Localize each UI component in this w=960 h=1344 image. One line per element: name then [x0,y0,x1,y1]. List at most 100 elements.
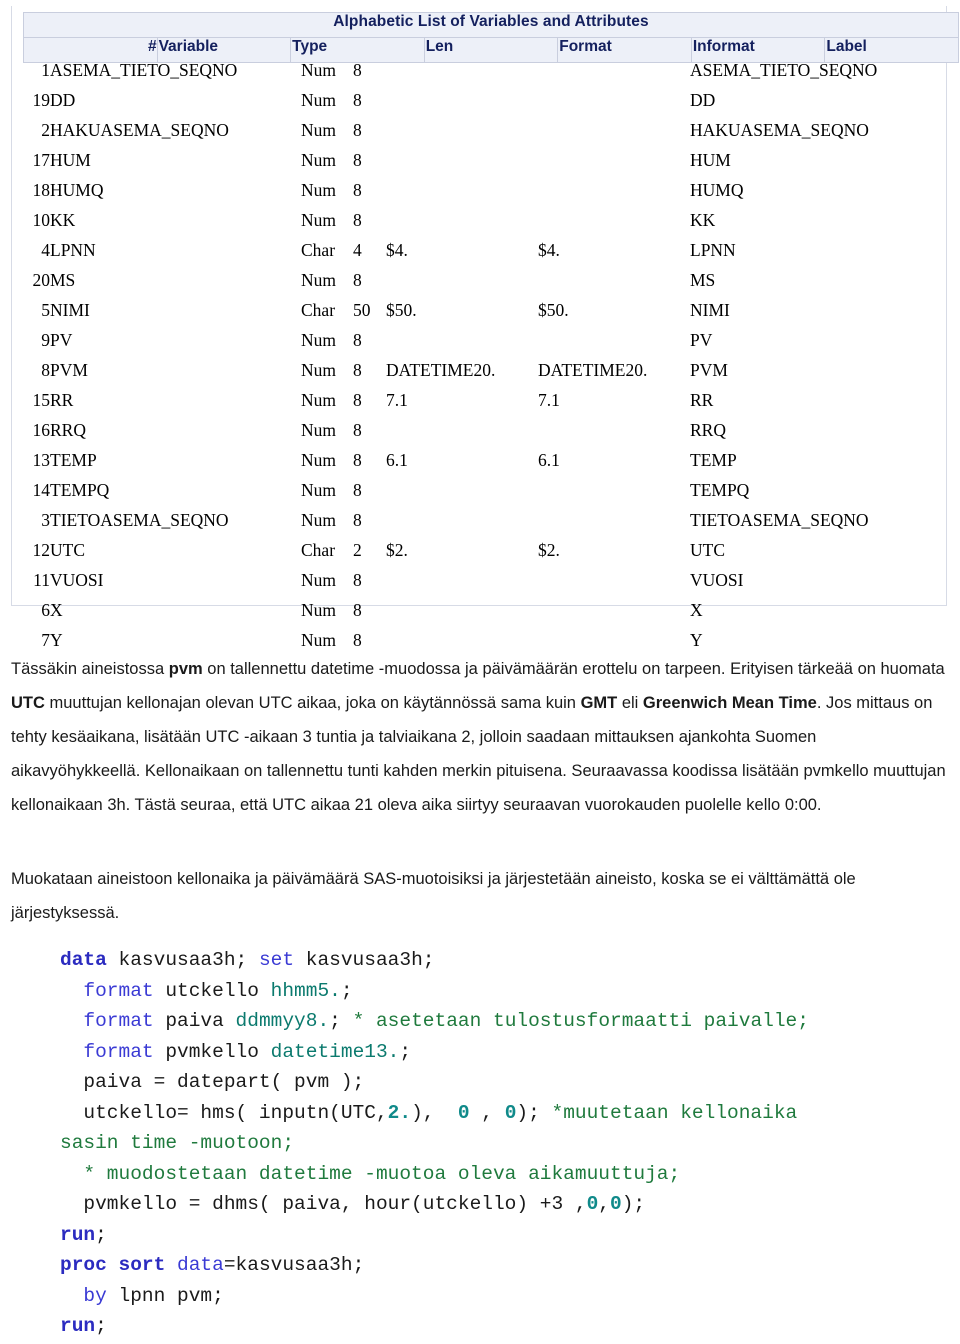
cell-informat: DATETIME20. [538,360,648,380]
paragraph-one: Tässäkin aineistossa pvm on tallennettu … [11,652,949,822]
cell-type: Num [301,570,336,590]
cell-variable: KK [50,210,76,230]
table-row: 20 MS Num 8 MS [12,270,946,300]
p1-s1: Tässäkin aineistossa [11,660,169,678]
cell-label: PVM [690,360,728,380]
table-row: 5 NIMI Char 50 $50. $50. NIMI [12,300,946,330]
code-token: format [83,979,154,1002]
cell-label: ASEMA_TIETO_SEQNO [690,60,878,80]
document-page: Alphabetic List of Variables and Attribu… [0,0,960,1344]
table-row: 11 VUOSI Num 8 VUOSI [12,570,946,600]
cell-variable: Y [50,630,63,650]
code-token: lpnn pvm; [106,1284,224,1307]
table-row: 14 TEMPQ Num 8 TEMPQ [12,480,946,510]
code-token: =kasvusaa3h; [223,1254,365,1276]
code-token: set [258,949,295,971]
cell-num: 13 [32,450,51,470]
cell-variable: MS [50,270,76,290]
cell-num: 5 [41,300,50,320]
cell-type: Num [301,450,336,470]
code-line: data kasvusaa3h; set kasvusaa3h; [60,945,809,976]
code-token: *muutetaan kellonaika [551,1101,798,1124]
table-head: Alphabetic List of Variables and Attribu… [23,12,959,63]
table-title-row: Alphabetic List of Variables and Attribu… [23,12,959,38]
cell-type: Num [301,180,336,200]
code-token: paiva [153,1010,236,1032]
cell-label: RR [690,390,714,410]
cell-type: Num [301,630,336,650]
p1-s5: . Jos mittaus on tehty kesäaikana, lisät… [11,694,946,814]
code-token: ), [411,1101,458,1124]
code-token: kasvusaa3h; [106,949,259,971]
code-token: run [60,1315,96,1337]
cell-variable: PVM [50,360,88,380]
code-token: format [83,1010,154,1032]
code-token: * asetetaan tulostusformaatti paivalle; [352,1010,809,1032]
cell-len: 8 [353,150,362,170]
cell-num: 12 [32,540,51,560]
cell-label: UTC [690,540,725,560]
code-token: ; [340,979,353,1002]
cell-variable: HUM [50,150,91,170]
cell-len: 8 [353,180,362,200]
cell-len: 8 [353,600,362,620]
cell-num: 20 [32,270,51,290]
col-header-format: Format [557,37,692,63]
cell-label: TIETOASEMA_SEQNO [690,510,869,530]
code-token: ddmmyy8. [235,1010,330,1032]
cell-label: LPNN [690,240,736,260]
cell-len: 8 [353,390,362,410]
sas-code-block: data kasvusaa3h; set kasvusaa3h; format … [60,945,809,1342]
code-line: format pvmkello datetime13.; [60,1037,809,1068]
cell-len: 8 [353,210,362,230]
code-line: paiva = datepart( pvm ); [60,1067,809,1098]
code-token: ; [399,1040,412,1063]
table-row: 10 KK Num 8 KK [12,210,946,240]
cell-type: Num [301,390,336,410]
cell-len: 8 [353,360,362,380]
cell-informat: 6.1 [538,450,560,470]
cell-variable: HUMQ [50,180,104,200]
p1-b3: GMT [580,694,618,712]
cell-len: 8 [353,420,362,440]
table-row: 4 LPNN Char 4 $4. $4. LPNN [12,240,946,270]
p1-s3: muuttujan kellonajan olevan UTC aikaa, j… [44,694,581,712]
code-token: proc sort [60,1254,166,1276]
cell-label: X [690,600,703,620]
code-token: hhmm5. [270,979,341,1002]
code-token: utckello [153,979,271,1002]
p1-s2: on tallennettu datetime -muodossa ja päi… [202,660,945,678]
cell-len: 8 [353,510,362,530]
code-token: pvmkello [153,1040,271,1063]
col-header-type: Type [290,37,425,63]
cell-variable: TEMP [50,450,97,470]
cell-num: 2 [41,120,50,140]
cell-informat: $2. [538,540,560,560]
cell-variable: RRQ [50,420,86,440]
cell-len: 8 [353,630,362,650]
cell-format: 7.1 [386,390,408,410]
cell-type: Num [301,270,336,290]
cell-num: 14 [32,480,51,500]
code-token: ); [516,1101,552,1124]
cell-len: 8 [353,570,362,590]
code-line: format paiva ddmmyy8.; * asetetaan tulos… [60,1006,809,1037]
table-row: 19 DD Num 8 DD [12,90,946,120]
cell-variable: DD [50,90,76,110]
cell-variable: NIMI [50,300,90,320]
cell-num: 16 [32,420,51,440]
cell-informat: 7.1 [538,390,560,410]
code-line: proc sort data=kasvusaa3h; [60,1250,809,1281]
code-line: pvmkello = dhms( paiva, hour(utckello) +… [60,1189,809,1220]
table-row: 2 HAKUASEMA_SEQNO Num 8 HAKUASEMA_SEQNO [12,120,946,150]
cell-variable: LPNN [50,240,96,260]
cell-len: 8 [353,90,362,110]
code-line: format utckello hhmm5.; [60,976,809,1007]
p1-s4: eli [617,694,643,712]
code-token: by [83,1284,107,1307]
table-row: 8 PVM Num 8 DATETIME20. DATETIME20. PVM [12,360,946,390]
table-row: 18 HUMQ Num 8 HUMQ [12,180,946,210]
code-token: , [598,1193,610,1215]
